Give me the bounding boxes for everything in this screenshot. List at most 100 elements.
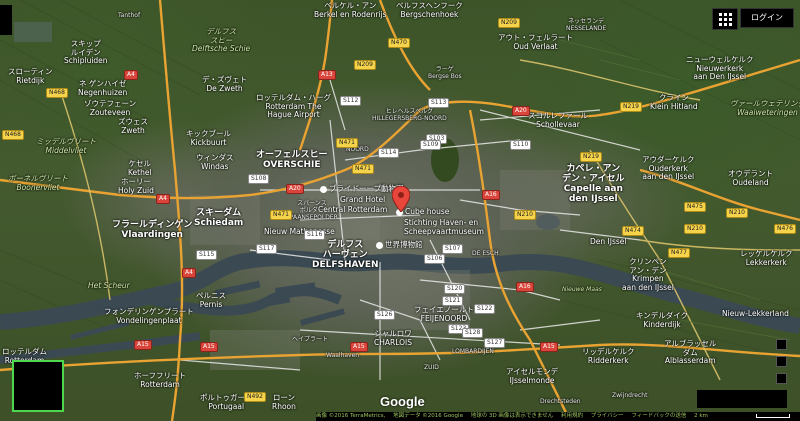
place-rietdijk: スローティン Rietdijk bbox=[8, 67, 53, 85]
place-ouderkerk: アウダーケルク Ouderkerk aan den IJssel bbox=[642, 155, 695, 181]
road-shield-a13: A13 bbox=[318, 70, 336, 80]
road-shield-n219: N219 bbox=[620, 102, 642, 112]
poi-maritime-museum[interactable]: Stichting Haven- en Scheepvaartmuseum bbox=[404, 218, 484, 236]
apps-grid-button[interactable] bbox=[712, 8, 738, 30]
place-nieuw-lekkerland: Nieuw-Lekkerland bbox=[722, 309, 789, 318]
road-shield-a4: A4 bbox=[124, 70, 138, 80]
place-charlois: シャルロワ CHARLOIS bbox=[374, 329, 413, 347]
place-lekkerkerk: レッケルケルク Lekkerkerk bbox=[740, 249, 793, 267]
place-delftsche-schie: デルフス スヒー Delftsche Schie bbox=[192, 27, 251, 53]
road-shield-n474: N474 bbox=[622, 226, 644, 236]
road-shield-a15: A15 bbox=[350, 342, 368, 352]
place-negenhuizen: ネ ゲンハイゼ Negenhuizen bbox=[78, 79, 128, 97]
place-nesselande: ネッセランデ NESSELANDE bbox=[566, 18, 607, 32]
privacy-link[interactable]: プライバシー bbox=[591, 413, 624, 419]
map-control-button[interactable] bbox=[776, 373, 787, 384]
road-shield-s108: S108 bbox=[248, 174, 270, 184]
place-nieuwerkerk: ニューウェルケルク Nieuwerkerk aan Den IJssel bbox=[686, 55, 754, 81]
scale-bar bbox=[756, 414, 790, 418]
road-shield-a15: A15 bbox=[540, 342, 558, 352]
road-shield-s113: S113 bbox=[428, 98, 450, 108]
place-kickbuurt: キックブール Kickbuurt bbox=[186, 129, 231, 147]
place-rhoon: ローン Rhoon bbox=[272, 393, 296, 411]
road-shield-s127: S127 bbox=[484, 338, 506, 348]
map-control-button[interactable] bbox=[776, 356, 787, 367]
place-pernis: ペルニス Pernis bbox=[196, 291, 226, 309]
road-shield-n210: N210 bbox=[684, 224, 706, 234]
road-shield-s121: S121 bbox=[442, 296, 464, 306]
place-waalweteringen: ヴァールウェテリング Waaiweteringen bbox=[730, 99, 800, 117]
place-vondelingenplaat: フォンデリンゲンプラート Vondelingenplaat bbox=[104, 307, 194, 325]
road-shield-s107: S107 bbox=[442, 244, 464, 254]
place-airport: ロッテルダム・ハーグ Rotterdam The Hague Airport bbox=[256, 93, 331, 119]
terms-link[interactable]: 利用規約 bbox=[561, 413, 583, 419]
place-holy-zuid: ホーリー Holy Zuid bbox=[118, 177, 154, 195]
place-zwijndrecht: Zwijndrecht bbox=[612, 392, 648, 399]
road-shield-n209: N209 bbox=[498, 18, 520, 28]
place-zouteveen: ゾウテフェーン Zouteveen bbox=[84, 99, 137, 117]
satellite-map[interactable]: Tanthof スキップ ルイデン Schipluiden スローティン Rie… bbox=[0, 0, 800, 421]
road-shield-s116: S116 bbox=[304, 230, 326, 240]
road-shield-n471: N471 bbox=[336, 138, 358, 148]
road-shield-n468: N468 bbox=[46, 88, 68, 98]
road-shield-n471: N471 bbox=[270, 210, 292, 220]
place-alblasserdam: アルブラッセル ダム Alblasserdam bbox=[664, 339, 717, 365]
road-shield-n476: N476 bbox=[774, 224, 796, 234]
place-bergschenhoek: ベルフスヘンフーク Bergschenhoek bbox=[396, 1, 463, 19]
place-capelle: カペレ・アン デン・アイセル Capelle aan den IJssel bbox=[562, 164, 625, 204]
road-shield-n471: N471 bbox=[352, 164, 374, 174]
road-shield-a20: A20 bbox=[286, 184, 304, 194]
road-shield-n219: N219 bbox=[580, 152, 602, 162]
zoom-control-panel[interactable] bbox=[697, 390, 787, 408]
poi-marker-icon bbox=[320, 185, 327, 193]
road-shield-s109: S109 bbox=[420, 140, 442, 150]
road-shield-s110: S110 bbox=[510, 140, 532, 150]
road-shield-n210: N210 bbox=[726, 208, 748, 218]
feedback-link[interactable]: フィードバックの送信 bbox=[631, 413, 686, 419]
place-ijsselmonde: アイセルモンデ IJsselmonde bbox=[506, 367, 559, 385]
imagery-credit: 画像 ©2016 TerraMetrics, bbox=[316, 413, 386, 419]
earth-view-thumbnail[interactable] bbox=[12, 360, 64, 412]
place-drechtsteden: Drechtsteden bbox=[540, 398, 581, 405]
road-shield-s117: S117 bbox=[256, 244, 278, 254]
poi-world-museum[interactable]: 世界博物館 bbox=[376, 240, 423, 249]
scale-label: 2 km bbox=[694, 413, 708, 419]
place-bergse-bos: ラーゲ Bergse Bos bbox=[428, 66, 462, 80]
location-pin-icon[interactable] bbox=[392, 186, 410, 212]
place-de-esch: DE ESCH bbox=[472, 250, 499, 257]
place-feijenoord: フェイエノールト FEIJENOORD bbox=[414, 305, 474, 323]
place-ridderkerk: リッデルケルク Ridderkerk bbox=[582, 347, 635, 365]
poi-grand-hotel[interactable]: Grand Hotel bbox=[340, 195, 385, 204]
road-shield-a20: A20 bbox=[512, 106, 530, 116]
login-button[interactable]: ログイン bbox=[740, 8, 794, 28]
poi-marker-icon bbox=[376, 241, 383, 249]
road-shield-s128: S128 bbox=[462, 328, 484, 338]
road-shield-a4-junction: A4 bbox=[156, 194, 170, 204]
map-data-credit: 地図データ ©2016 Google bbox=[393, 413, 463, 419]
road-shield-a16: A16 bbox=[516, 282, 534, 292]
3d-notice: 地球の 3D 画像は表示できません bbox=[470, 413, 554, 419]
road-shield-s106: S106 bbox=[424, 254, 446, 264]
place-het-scheur: Het Scheur bbox=[88, 281, 130, 290]
map-control-button[interactable] bbox=[776, 339, 787, 350]
road-shield-s122: S122 bbox=[474, 304, 496, 314]
place-nieuwe-maas: Nieuwe Maas bbox=[562, 286, 602, 293]
road-shield-s112: S112 bbox=[340, 96, 362, 106]
poi-central-station[interactable]: Central Rotterdam bbox=[318, 205, 387, 214]
road-shield-a16: A16 bbox=[482, 190, 500, 200]
place-boonervliet: ボーネルヴリート Boonervliet bbox=[8, 174, 68, 192]
place-oud-verlaat: アウト・フェルラート Oud Verlaat bbox=[498, 33, 573, 51]
place-klein-hitland: クライン Klein Hitland bbox=[650, 93, 698, 111]
place-schiedam: スキーダム Schiedam bbox=[194, 208, 244, 228]
left-panel-tab[interactable] bbox=[0, 5, 12, 35]
place-tanthof: Tanthof bbox=[118, 12, 141, 19]
place-zuid: ZUID bbox=[424, 364, 439, 371]
google-logo: Google bbox=[380, 394, 425, 409]
place-overschie: オーフェルスヒー OVERSCHIE bbox=[256, 150, 328, 170]
road-shield-n477: N477 bbox=[668, 248, 690, 258]
attribution-footer: 画像 ©2016 TerraMetrics, 地図データ ©2016 Googl… bbox=[316, 412, 800, 421]
road-shield-n209: N209 bbox=[354, 60, 376, 70]
road-shield-n210: N210 bbox=[514, 210, 536, 220]
place-krimpen: クリンペン アン・デン Krimpen aan den IJssel bbox=[622, 257, 674, 292]
place-heijplaat: ヘイプラート bbox=[292, 336, 329, 343]
